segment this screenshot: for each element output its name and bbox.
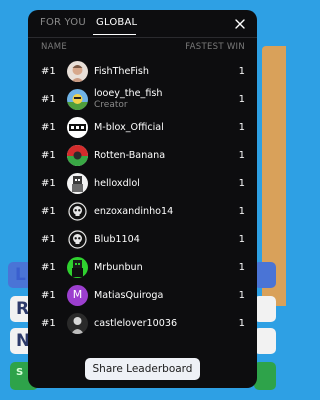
mblox-logo-icon [67, 117, 88, 138]
rank-label: #1 [41, 318, 56, 329]
table-row[interactable]: #1 enzoxandinho14 1 [28, 198, 257, 226]
green-character-icon [67, 257, 88, 278]
fastest-win-column-header: FASTEST WIN [185, 42, 245, 52]
table-row[interactable]: #1 FishTheFish 1 [28, 58, 257, 86]
share-leaderboard-button[interactable]: Share Leaderboard [85, 358, 200, 380]
skull-avatar-icon [67, 229, 88, 250]
tab-bar: FOR YOU GLOBAL [28, 10, 257, 38]
fastest-win-value: 1 [238, 318, 245, 329]
player-name: enzoxandinho14 [94, 206, 174, 217]
banana-avatar-icon [67, 145, 88, 166]
table-row[interactable]: #1 M-blox_Official 1 [28, 114, 257, 142]
fastest-win-value: 1 [238, 66, 245, 77]
leaderboard-modal: FOR YOU GLOBAL NAME FASTEST WIN #1 FishT… [28, 10, 257, 388]
player-name: MatiasQuiroga [94, 290, 164, 301]
tab-global[interactable]: GLOBAL [96, 17, 137, 28]
player-name: castlelover10036 [94, 318, 178, 329]
rank-label: #1 [41, 234, 56, 245]
rank-label: #1 [41, 150, 56, 161]
rank-label: #1 [41, 206, 56, 217]
fastest-win-value: 1 [238, 290, 245, 301]
table-row[interactable]: #1 M MatiasQuiroga 1 [28, 282, 257, 310]
background-button-edge [254, 328, 276, 354]
name-column-header: NAME [41, 42, 68, 52]
table-row[interactable]: #1 helloxdlol 1 [28, 170, 257, 198]
close-icon[interactable] [233, 16, 247, 30]
rank-label: #1 [41, 290, 56, 301]
rank-label: #1 [41, 178, 56, 189]
background-letter: S [16, 367, 24, 378]
fastest-win-value: 1 [238, 94, 245, 105]
letter-avatar-icon: M [67, 285, 88, 306]
table-row[interactable]: #1 Blub1104 1 [28, 226, 257, 254]
background-button-edge [254, 262, 276, 288]
rank-label: #1 [41, 262, 56, 273]
table-row[interactable]: #1 looey_the_fish Creator 1 [28, 86, 257, 114]
tab-divider [28, 37, 257, 38]
fastest-win-value: 1 [238, 178, 245, 189]
skull-avatar-icon [67, 201, 88, 222]
player-name: Blub1104 [94, 234, 140, 245]
background-button-edge [254, 362, 276, 390]
fastest-win-value: 1 [238, 206, 245, 217]
player-name: helloxdlol [94, 178, 140, 189]
player-name: M-blox_Official [94, 122, 164, 133]
rank-label: #1 [41, 122, 56, 133]
fastest-win-value: 1 [238, 262, 245, 273]
background-button-edge [254, 296, 276, 322]
rank-label: #1 [41, 66, 56, 77]
character-avatar-icon [67, 173, 88, 194]
player-name: FishTheFish [94, 66, 149, 77]
table-row[interactable]: #1 castlelover10036 1 [28, 310, 257, 338]
background-letter: L [15, 265, 26, 285]
fastest-win-value: 1 [238, 122, 245, 133]
table-row[interactable]: #1 Mrbunbun 1 [28, 254, 257, 282]
avatar-letter: M [72, 288, 83, 301]
rank-label: #1 [41, 94, 56, 105]
creator-badge: Creator [94, 100, 128, 110]
player-name: looey_the_fish [94, 88, 163, 99]
fish-avatar-icon [67, 89, 88, 110]
table-row[interactable]: #1 Rotten-Banana 1 [28, 142, 257, 170]
face-photo-icon [67, 61, 88, 82]
player-name: Mrbunbun [94, 262, 143, 273]
tab-for-you[interactable]: FOR YOU [40, 17, 86, 28]
active-tab-indicator [93, 34, 136, 35]
fastest-win-value: 1 [238, 234, 245, 245]
dark-avatar-icon [67, 313, 88, 334]
fastest-win-value: 1 [238, 150, 245, 161]
player-name: Rotten-Banana [94, 150, 166, 161]
